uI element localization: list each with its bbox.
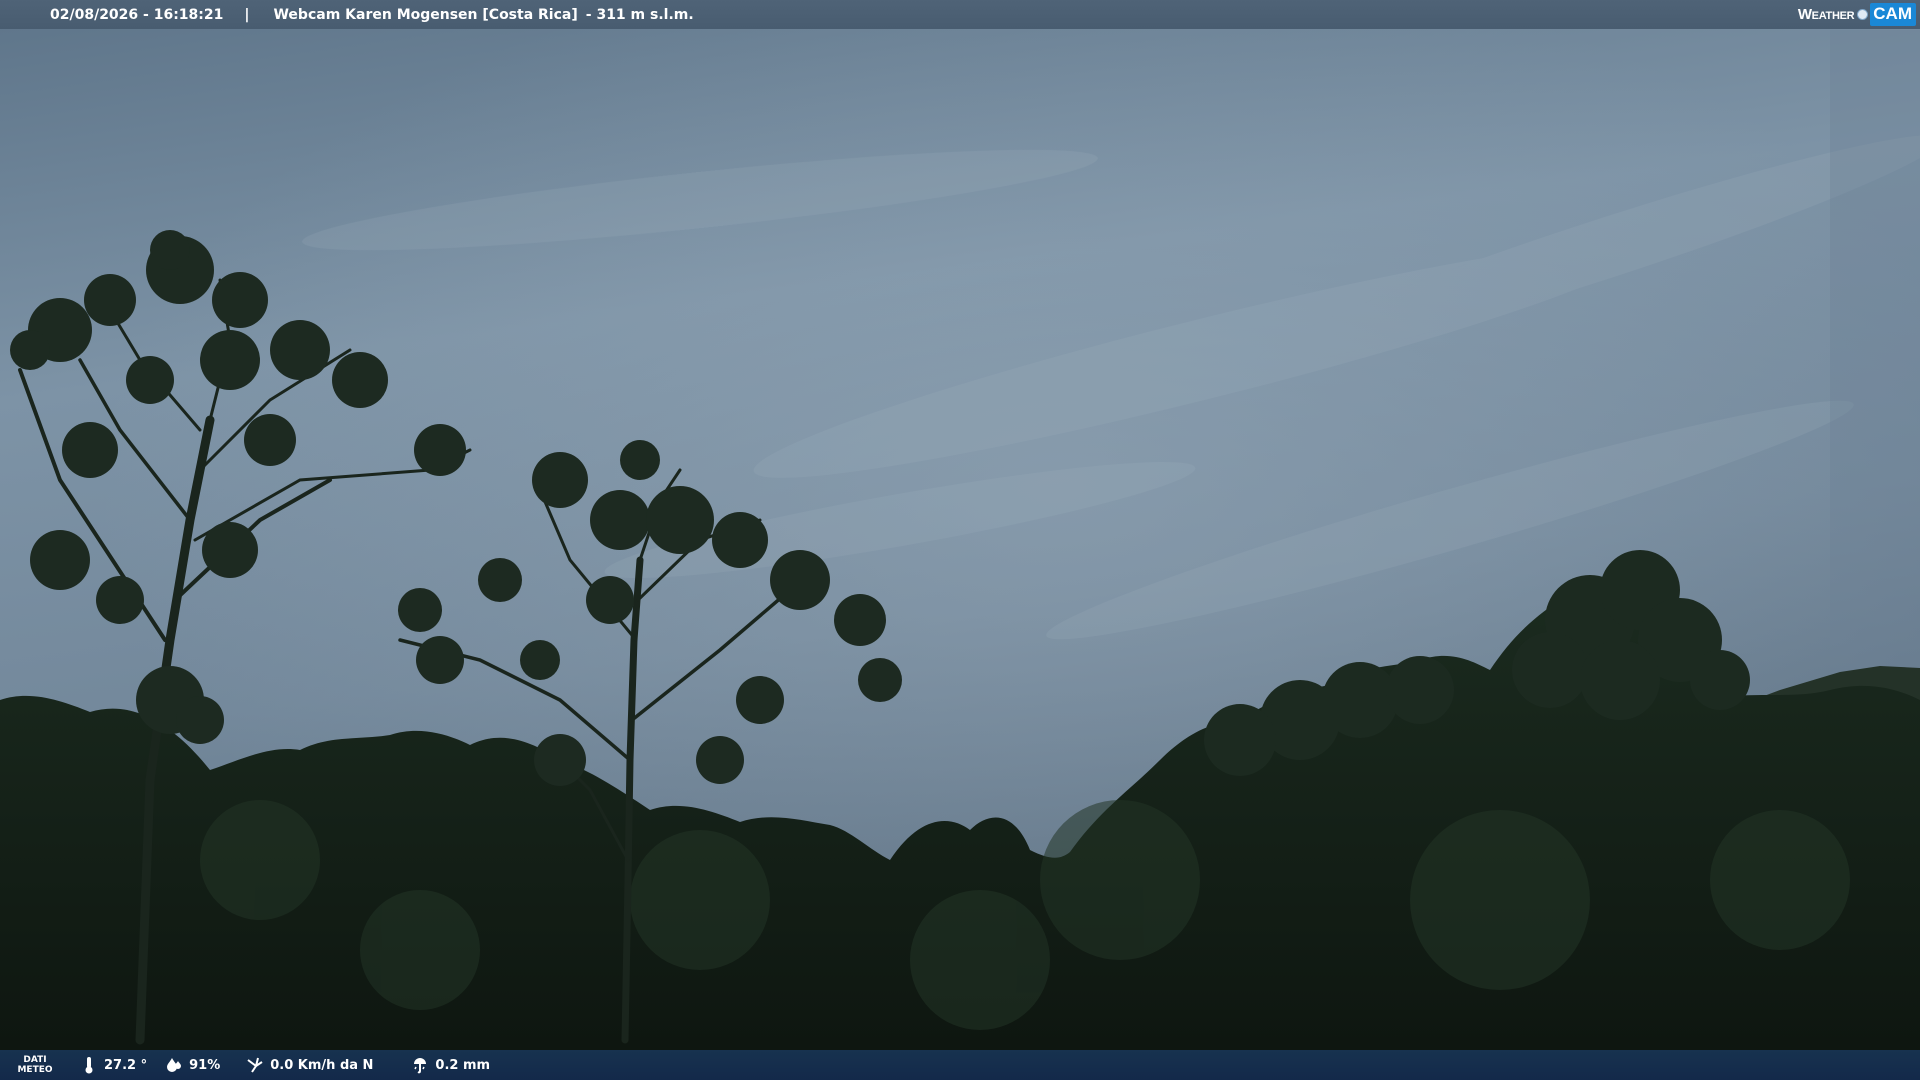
rain-gauge-icon <box>414 1058 427 1074</box>
timestamp: 02/08/2026 - 16:18:21 <box>50 6 224 23</box>
rain-value: 0.2 mm <box>435 1057 491 1073</box>
separator: | <box>244 6 250 23</box>
logo-weather-text: Weather <box>1797 6 1855 23</box>
humidity-metric: 91% <box>165 1056 220 1074</box>
wind-metric: 0.0 Km/h da N <box>246 1056 373 1074</box>
elevation: - 311 m s.l.m. <box>585 6 694 23</box>
humidity-icon <box>167 1058 182 1072</box>
humidity-value: 91% <box>189 1057 221 1073</box>
weathercam-logo[interactable]: Weather CAM <box>1798 0 1920 29</box>
weather-data-bar: DATI METEO 27.2 ° 91% 0.0 Km/h da N 0.2 … <box>0 1050 1920 1080</box>
rain-metric: 0.2 mm <box>411 1056 490 1074</box>
top-info-bar: 02/08/2026 - 16:18:21 | Webcam Karen Mog… <box>0 0 1920 29</box>
wind-icon <box>247 1057 263 1073</box>
temperature-value: 27.2 ° <box>104 1057 148 1073</box>
wind-value: 0.0 Km/h da N <box>270 1057 374 1073</box>
temperature-metric: 27.2 ° <box>80 1056 147 1074</box>
logo-dot-icon <box>1857 9 1869 20</box>
logo-cam-text: CAM <box>1870 3 1916 26</box>
weather-data-label: DATI METEO <box>17 1055 53 1075</box>
webcam-image <box>0 0 1920 1080</box>
thermometer-icon <box>85 1057 93 1074</box>
webcam-title: Webcam Karen Mogensen [Costa Rica] <box>273 6 578 23</box>
